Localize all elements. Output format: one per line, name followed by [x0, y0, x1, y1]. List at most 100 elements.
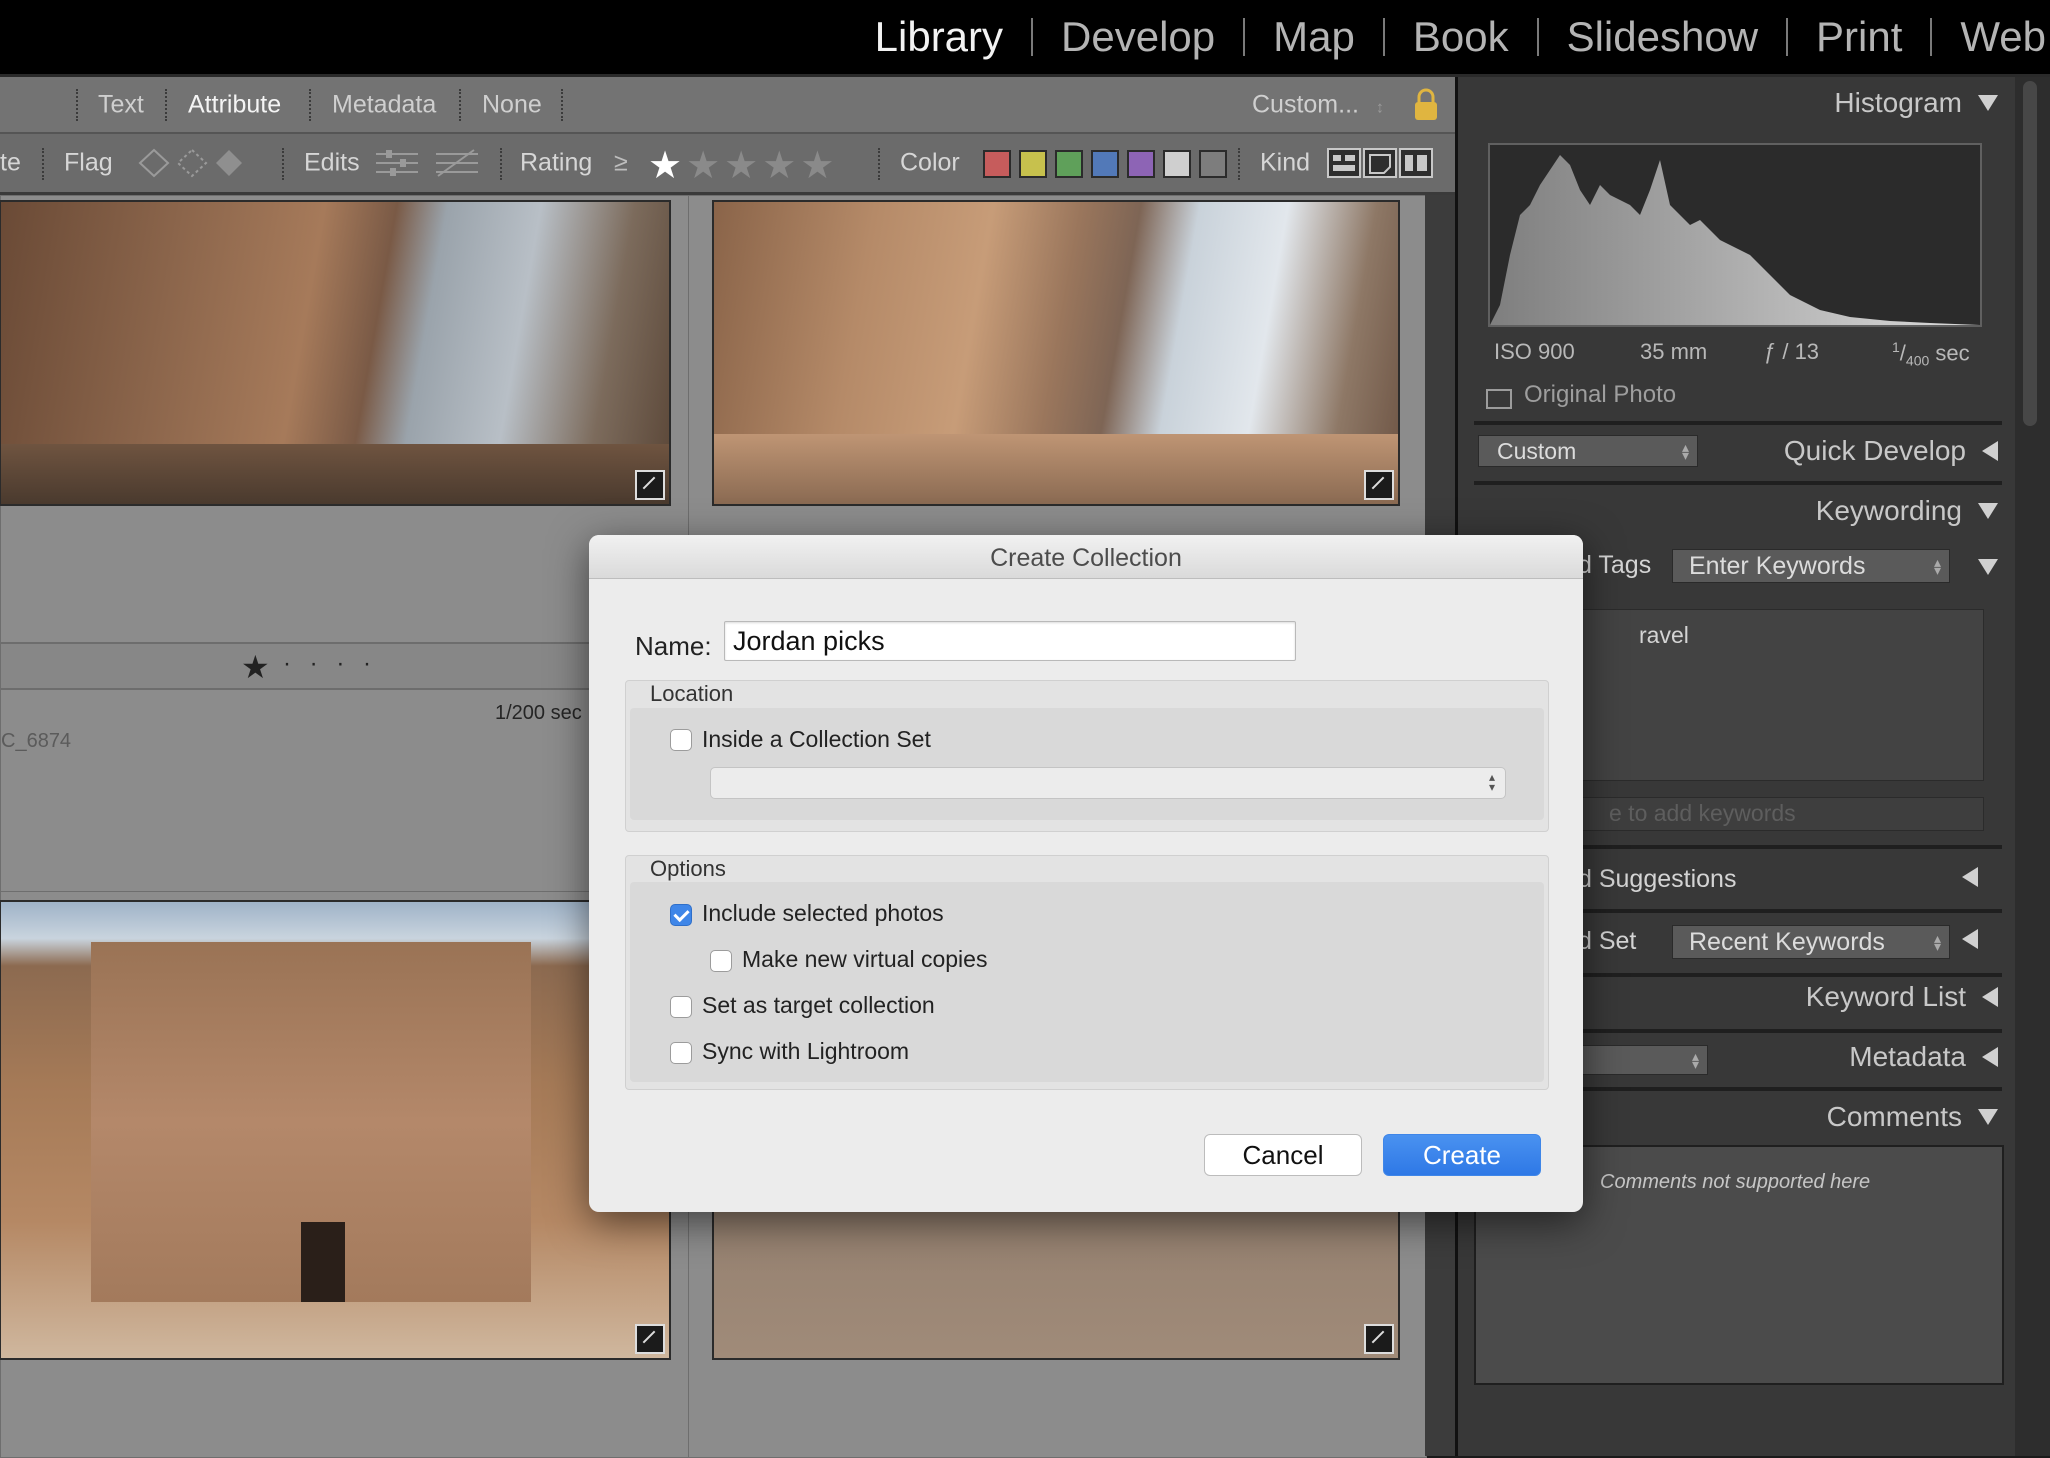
select-arrows-icon: ▴ ▾: [1488, 770, 1495, 794]
sync-with-lightroom-checkbox[interactable]: [670, 1042, 692, 1064]
filter-tab-metadata[interactable]: Metadata: [332, 90, 436, 119]
module-book[interactable]: Book: [1385, 13, 1537, 61]
cancel-button[interactable]: Cancel: [1204, 1134, 1362, 1176]
divider: [561, 89, 565, 121]
divider: [76, 89, 80, 121]
filter-preset-select[interactable]: Custom... ↕: [1252, 90, 1384, 119]
color-swatch[interactable]: [983, 150, 1011, 178]
dropdown-arrows-icon: ▴ ▾: [1681, 439, 1689, 463]
saved-preset-dropdown[interactable]: Custom ▴ ▾: [1478, 435, 1698, 467]
saved-preset-value: Custom: [1497, 438, 1577, 464]
metadata-preset-dropdown[interactable]: ▴ ▾: [1578, 1045, 1708, 1075]
rating-filter-stars[interactable]: ★ ★ ★ ★ ★: [648, 143, 858, 187]
grid-cell[interactable]: ★ · · · · 1/200 sec C_6874: [0, 195, 689, 892]
edits-filter-icons[interactable]: [374, 146, 484, 180]
color-label: Color: [900, 148, 960, 177]
filter-tab-none[interactable]: None: [482, 90, 542, 119]
flag-label: Flag: [64, 148, 113, 177]
original-photo-label: Original Photo: [1524, 381, 1677, 408]
create-collection-dialog: Create Collection Name: Location Inside …: [589, 535, 1583, 1212]
kind-filter-icons[interactable]: [1326, 146, 1436, 180]
dropdown-arrows-icon: ▴ ▾: [1933, 930, 1941, 954]
filter-tab-text[interactable]: Text: [98, 90, 144, 119]
histogram-header[interactable]: Histogram: [1834, 87, 1998, 119]
expand-triangle-icon[interactable]: [1962, 929, 1978, 954]
filter-tab-attribute[interactable]: Attribute: [188, 90, 281, 119]
rating-star-icon[interactable]: ★: [686, 145, 720, 187]
flag-filter-icons[interactable]: [132, 146, 242, 180]
color-swatch[interactable]: [1055, 150, 1083, 178]
include-selected-photos-label: Include selected photos: [702, 900, 944, 926]
original-photo-checkbox[interactable]: [1486, 389, 1512, 409]
inside-collection-set-checkbox[interactable]: [670, 729, 692, 751]
keyword-text: ravel: [1639, 622, 1689, 648]
location-group: Location Inside a Collection Set ▴ ▾: [625, 680, 1549, 832]
edits-label: Edits: [304, 148, 360, 177]
rating-operator[interactable]: ≥: [614, 149, 628, 178]
color-swatch[interactable]: [1163, 150, 1191, 178]
quick-develop-header[interactable]: Quick Develop: [1784, 435, 1998, 467]
metadata-header[interactable]: Metadata: [1849, 1041, 1998, 1073]
color-label-swatches[interactable]: [983, 150, 1227, 178]
shutter-value: 1/400 sec: [1892, 339, 1970, 369]
module-print[interactable]: Print: [1788, 13, 1930, 61]
filter-fragment-label: te: [0, 148, 21, 177]
histogram-title: Histogram: [1834, 87, 1962, 118]
divider: [165, 89, 169, 121]
rating-star-icon[interactable]: ★: [648, 145, 682, 187]
photo-thumbnail[interactable]: [0, 200, 671, 506]
module-picker-bar: Library Develop Map Book Slideshow Print…: [0, 0, 2050, 77]
module-library[interactable]: Library: [847, 13, 1031, 61]
module-slideshow[interactable]: Slideshow: [1539, 13, 1786, 61]
divider: [500, 148, 504, 180]
comments-header[interactable]: Comments: [1827, 1101, 1998, 1133]
make-virtual-copies-label: Make new virtual copies: [742, 946, 988, 972]
grid-cell[interactable]: [0, 891, 689, 1458]
keyword-list-header[interactable]: Keyword List: [1806, 981, 1998, 1013]
photo-thumbnail[interactable]: [712, 200, 1400, 506]
expand-triangle-icon[interactable]: [1962, 867, 1978, 892]
keyword-tags-triangle-icon[interactable]: [1978, 559, 1998, 580]
options-group: Options Include selected photos Make new…: [625, 855, 1549, 1090]
keywording-header[interactable]: Keywording: [1816, 495, 1998, 527]
rating-star-icon[interactable]: ★: [241, 648, 270, 686]
scrollbar-thumb[interactable]: [2023, 81, 2037, 426]
keyword-tags-dropdown[interactable]: Enter Keywords ▴ ▾: [1672, 549, 1950, 583]
module-develop[interactable]: Develop: [1033, 13, 1243, 61]
rating-dots[interactable]: · · · ·: [283, 650, 377, 678]
rating-star-icon[interactable]: ★: [724, 145, 758, 187]
keywording-title: Keywording: [1815, 495, 1962, 526]
right-panel-scrollbar[interactable]: [2015, 77, 2050, 1456]
set-target-collection-checkbox[interactable]: [670, 996, 692, 1018]
collapse-triangle-icon: [1978, 95, 1998, 111]
add-keywords-placeholder: e to add keywords: [1609, 800, 1796, 826]
rating-star-icon[interactable]: ★: [800, 145, 834, 187]
collection-set-select[interactable]: ▴ ▾: [710, 767, 1506, 799]
include-selected-photos-checkbox[interactable]: [670, 904, 692, 926]
make-virtual-copies-checkbox[interactable]: [710, 950, 732, 972]
edited-badge-icon: [1364, 470, 1394, 500]
collection-name-input[interactable]: [724, 621, 1296, 661]
color-swatch[interactable]: [1091, 150, 1119, 178]
dropdown-arrows-icon: ▴ ▾: [1933, 554, 1941, 578]
color-swatch[interactable]: [1019, 150, 1047, 178]
lock-icon[interactable]: [1413, 88, 1439, 122]
module-map[interactable]: Map: [1245, 13, 1383, 61]
color-swatch[interactable]: [1199, 150, 1227, 178]
rating-star-icon[interactable]: ★: [762, 145, 796, 187]
edited-badge-icon: [635, 470, 665, 500]
create-button[interactable]: Create: [1383, 1134, 1541, 1176]
shutter-speed-label: 1/200 sec: [495, 702, 582, 724]
keyword-set-dropdown[interactable]: Recent Keywords ▴ ▾: [1672, 925, 1950, 959]
photo-thumbnail[interactable]: [0, 900, 671, 1360]
focal-length-value: 35 mm: [1640, 339, 1708, 364]
dropdown-arrows-icon: ▴ ▾: [1691, 1048, 1699, 1072]
divider: [1238, 148, 1242, 180]
histogram-graph[interactable]: [1488, 143, 1982, 327]
module-web[interactable]: Web: [1932, 13, 2050, 61]
keyword-tags-value: Enter Keywords: [1689, 552, 1866, 580]
edited-badge-icon: [635, 1324, 665, 1354]
inside-collection-set-label: Inside a Collection Set: [702, 726, 931, 752]
color-swatch[interactable]: [1127, 150, 1155, 178]
location-box: Inside a Collection Set ▴ ▾: [630, 708, 1544, 820]
